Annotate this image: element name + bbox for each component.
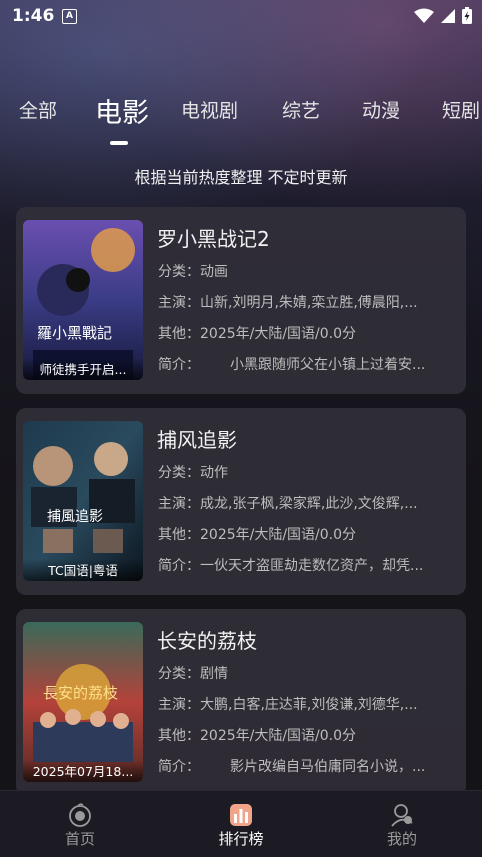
movie-intro: 简介： 影片改编自马伯庸同名小说，... (158, 759, 426, 775)
poster-image: 長安的荔枝 (23, 622, 143, 782)
poster-title-art: 長安的荔枝 (43, 684, 118, 702)
active-tab-indicator (110, 141, 128, 145)
wifi-icon (414, 8, 434, 23)
status-bar: 1:46 A (0, 0, 482, 34)
poster-caption: TC国语|粤语 (23, 559, 143, 581)
notification-icon: A (62, 9, 77, 24)
tab-all[interactable]: 全部 (19, 96, 57, 123)
movie-card[interactable]: 捕風追影 TC国语|粤语 捕风追影 分类：动作 主演：成龙,张子枫,梁家辉,此沙… (16, 408, 466, 595)
movie-intro: 简介：一伙天才盗匪劫走数亿资产，却凭... (158, 558, 424, 574)
movie-other-info: 其他：2025年/大陆/国语/0.0分 (158, 326, 357, 342)
status-icons (414, 7, 472, 24)
nav-home-label: 首页 (64, 830, 95, 848)
movie-category: 分类：剧情 (158, 666, 228, 682)
movie-intro: 简介： 小黑跟随师父在小镇上过着安... (158, 357, 426, 373)
movie-card[interactable]: 羅小黑戰記 师徒携手开启... 罗小黑战记2 分类：动画 主演：山新,刘明月,朱… (16, 207, 466, 394)
poster-title-art: 羅小黑戰記 (37, 324, 112, 342)
nav-profile-label: 我的 (386, 830, 417, 848)
signal-icon (441, 8, 455, 23)
movie-poster[interactable]: 羅小黑戰記 师徒携手开启... (23, 220, 143, 380)
status-time: 1:46 (12, 6, 55, 26)
movie-cast: 主演：成龙,张子枫,梁家辉,此沙,文俊辉,... (158, 496, 418, 512)
nav-ranking[interactable]: 排行榜 (191, 791, 291, 857)
category-tabs: 全部 电影 电视剧 综艺 动漫 短剧 (0, 96, 482, 146)
poster-image: 捕風追影 (23, 421, 143, 581)
movie-poster[interactable]: 捕風追影 TC国语|粤语 (23, 421, 143, 581)
profile-icon (391, 804, 413, 827)
movie-category: 分类：动作 (158, 465, 228, 481)
tab-short-drama[interactable]: 短剧 (442, 96, 480, 123)
ranking-subtitle: 根据当前热度整理 不定时更新 (134, 168, 348, 187)
tab-tv-series[interactable]: 电视剧 (181, 96, 238, 123)
movie-card[interactable]: 長安的荔枝 2025年07月18... 长安的荔枝 分类：剧情 主演：大鹏,白客… (16, 609, 466, 796)
poster-title-art: 捕風追影 (47, 509, 103, 525)
nav-profile[interactable]: 我的 (352, 791, 452, 857)
movie-cast: 主演：山新,刘明月,朱婧,栾立胜,傅晨阳,... (158, 295, 418, 311)
movie-title[interactable]: 罗小黑战记2 (157, 223, 270, 252)
tab-anime[interactable]: 动漫 (362, 96, 400, 123)
movie-other-info: 其他：2025年/大陆/国语/0.0分 (158, 728, 357, 744)
nav-ranking-label: 排行榜 (218, 830, 264, 848)
movie-title[interactable]: 捕风追影 (157, 424, 237, 453)
battery-icon (462, 7, 472, 24)
home-icon (69, 803, 91, 827)
tab-movies[interactable]: 电影 (95, 96, 149, 130)
tab-variety[interactable]: 综艺 (282, 96, 320, 123)
poster-image: 羅小黑戰記 (23, 220, 143, 380)
nav-home[interactable]: 首页 (30, 791, 130, 857)
movie-poster[interactable]: 長安的荔枝 2025年07月18... (23, 622, 143, 782)
movie-other-info: 其他：2025年/大陆/国语/0.0分 (158, 527, 357, 543)
movie-cast: 主演：大鹏,白客,庄达菲,刘俊谦,刘德华,... (158, 697, 418, 713)
bottom-navigation: 首页 排行榜 我的 (0, 790, 482, 857)
ranking-icon (230, 804, 252, 826)
movie-title[interactable]: 长安的荔枝 (157, 625, 257, 654)
poster-caption: 师徒携手开启... (23, 358, 143, 380)
poster-caption: 2025年07月18... (23, 760, 143, 782)
movie-category: 分类：动画 (158, 264, 228, 280)
